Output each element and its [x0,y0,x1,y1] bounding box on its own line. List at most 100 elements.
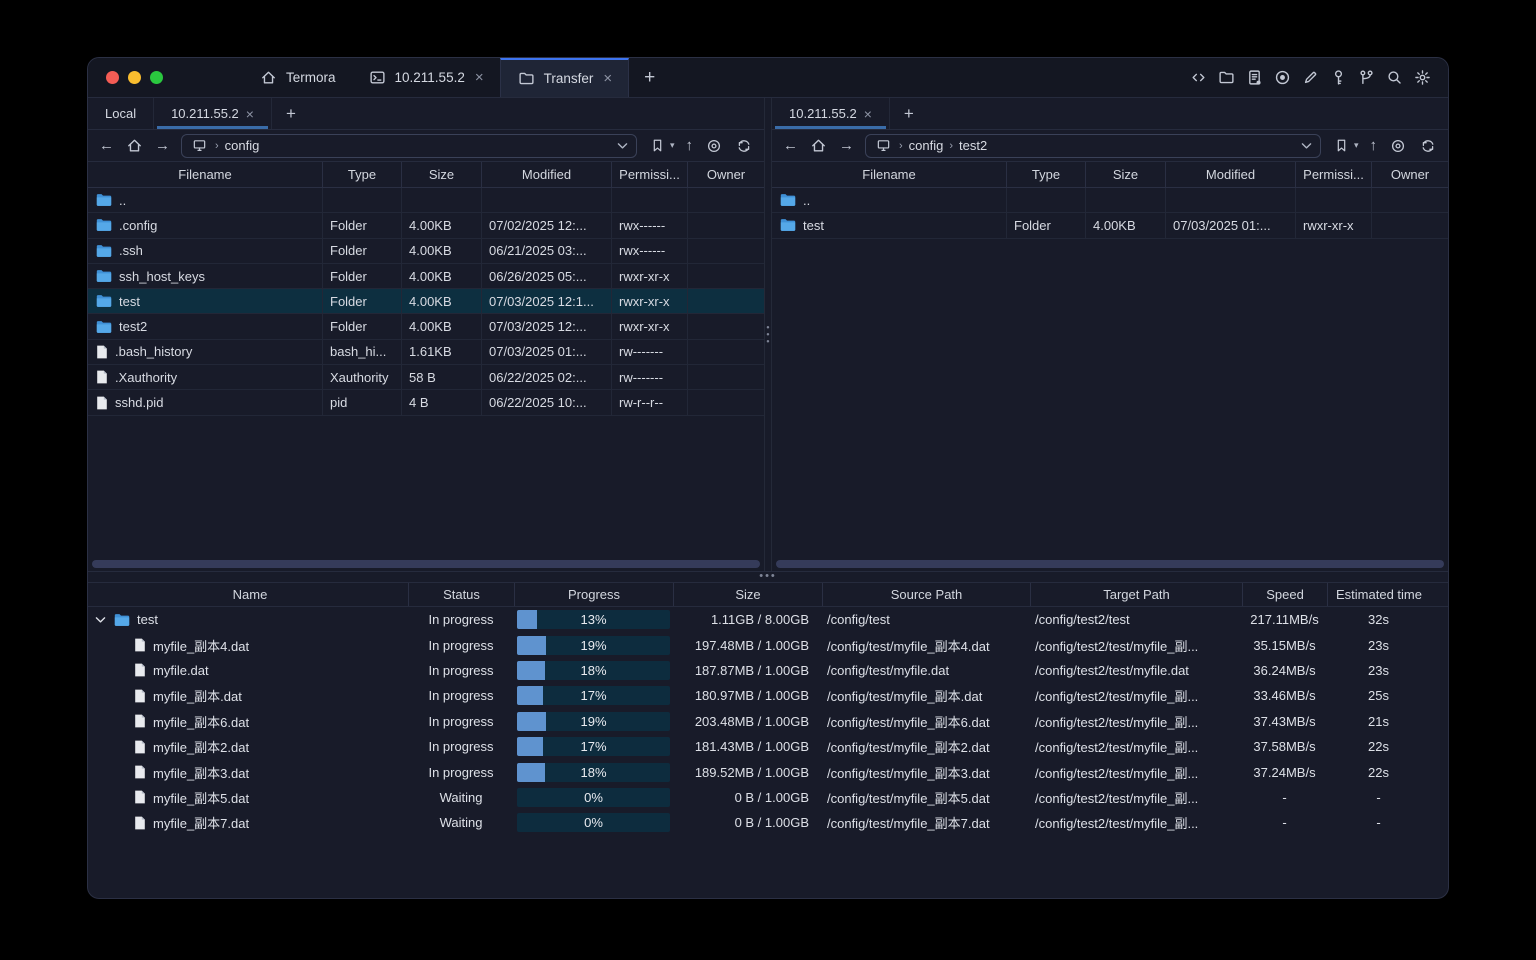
close-icon[interactable]: × [603,70,612,87]
log-icon[interactable] [1245,68,1264,87]
key-icon[interactable] [1329,68,1348,87]
titlebar-tab-termora[interactable]: Termora [243,58,352,97]
transfer-row[interactable]: myfile_副本.dat In progress 17% 180.97MB / 1.… [92,683,1448,708]
back-button[interactable]: ← [99,138,114,153]
file-row[interactable]: .config Folder 4.00KB 07/02/2025 12:... rwx-… [88,213,764,239]
refresh-button[interactable] [1418,136,1437,155]
file-row[interactable]: .ssh Folder 4.00KB 06/21/2025 03:... rwx----… [88,238,764,264]
transfer-source-path-cell: /config/test/myfile_副本2.dat [827,740,990,756]
transfer-name-cell: myfile_副本.dat [92,683,408,708]
file-row[interactable]: test Folder 4.00KB 07/03/2025 12:1... rwxr-x… [88,289,764,315]
close-window-button[interactable] [106,71,119,84]
file-row[interactable]: ssh_host_keys Folder 4.00KB 06/26/2025 05:.… [88,263,764,290]
show-hidden-files-button[interactable] [1388,136,1407,155]
column-header-modified[interactable]: Modified [1165,162,1295,187]
minimize-window-button[interactable] [128,71,141,84]
new-pane-tab-button[interactable]: + [890,98,928,129]
expand-chevron-icon[interactable] [94,616,107,624]
right-file-pane: 10.211.55.2 × + ← → › config › test2 ▾ ↑ Filename Ty… [772,98,1448,571]
transfer-column-header-estimated-time[interactable]: Estimated time [1327,583,1430,606]
row-filler [1430,734,1448,759]
transfer-row[interactable]: myfile_副本3.dat In progress 18% 189.52MB / 1… [92,759,1448,784]
transfer-column-header-source-path[interactable]: Source Path [822,583,1030,606]
column-header-filename[interactable]: Filename [88,162,322,187]
column-header-owner[interactable]: Owner [687,162,764,187]
forward-button[interactable]: → [155,138,170,153]
forward-button[interactable]: → [839,138,854,153]
search-icon[interactable] [1385,68,1404,87]
pane-tab-10-211-55-2[interactable]: 10.211.55.2 × [154,98,272,129]
path-input[interactable]: › config [181,133,637,158]
transfer-row[interactable]: myfile_副本6.dat In progress 19% 203.48MB / 1… [92,709,1448,734]
vertical-splitter[interactable]: • • • [764,98,772,571]
transfer-row[interactable]: myfile_副本7.dat Waiting 0% 0 B / 1.00GB/conf… [92,810,1448,835]
progress-percentage: 19% [580,713,607,729]
file-row[interactable]: .Xauthority Xauthority 58 B 06/22/2025 02:.… [88,365,764,391]
file-row[interactable]: test Folder 4.00KB 07/03/2025 01:... rwxr-xr… [772,213,1448,239]
up-directory-button[interactable]: ↑ [1370,138,1378,153]
horizontal-splitter[interactable]: ••• [88,570,1448,582]
transfer-column-header-progress[interactable]: Progress [514,583,673,606]
progress-percentage: 18% [580,662,607,678]
column-header-permissi[interactable]: Permissi... [611,162,687,187]
show-hidden-files-button[interactable] [704,136,723,155]
column-header-size[interactable]: Size [401,162,481,187]
column-header-type[interactable]: Type [1006,162,1085,187]
file-permissions-cell [1295,188,1371,213]
file-row[interactable]: test2 Folder 4.00KB 07/03/2025 12:... rwxr-x… [88,314,764,340]
column-header-filename[interactable]: Filename [772,162,1006,187]
titlebar-tab-transfer[interactable]: Transfer × [499,58,630,97]
home-icon[interactable] [809,136,828,155]
file-row[interactable]: .. [772,188,1448,214]
transfer-row[interactable]: myfile_副本4.dat In progress 19% 197.48MB / 1… [92,632,1448,657]
file-row[interactable]: .. [88,188,764,214]
file-type-cell [1006,188,1085,213]
transfer-row[interactable]: myfile_副本5.dat Waiting 0% 0 B / 1.00GB/conf… [92,785,1448,810]
horizontal-scrollbar[interactable] [92,560,760,568]
new-pane-tab-button[interactable]: + [272,98,310,129]
file-row[interactable]: .bash_history bash_hi... 1.61KB 07/03/2025 … [88,339,764,366]
back-button[interactable]: ← [783,138,798,153]
edit-icon[interactable] [1301,68,1320,87]
bookmark-button[interactable]: ▾ [648,136,675,155]
up-directory-button[interactable]: ↑ [686,138,694,153]
transfer-column-header-name[interactable]: Name [92,583,408,606]
branch-icon[interactable] [1357,68,1376,87]
transfer-row[interactable]: test In progress 13% 1.11GB / 8.00GB/config… [92,607,1448,632]
pane-tab-10-211-55-2[interactable]: 10.211.55.2 × [772,98,890,129]
column-header-owner[interactable]: Owner [1371,162,1448,187]
path-dropdown-icon[interactable] [617,142,628,150]
pane-tab-local[interactable]: Local [88,98,155,129]
refresh-button[interactable] [734,136,753,155]
path-segment[interactable]: config [909,138,944,153]
column-header-size[interactable]: Size [1085,162,1165,187]
settings-icon[interactable] [1413,68,1432,87]
file-row[interactable]: sshd.pid pid 4 B 06/22/2025 10:... rw-r--r-- [88,390,764,416]
path-segment[interactable]: test2 [959,138,987,153]
home-icon[interactable] [125,136,144,155]
path-input[interactable]: › config › test2 [865,133,1321,158]
column-header-modified[interactable]: Modified [481,162,611,187]
transfer-column-header-target-path[interactable]: Target Path [1030,583,1242,606]
transfer-column-header-size[interactable]: Size [673,583,822,606]
column-header-type[interactable]: Type [322,162,401,187]
new-tab-button[interactable]: + [629,58,670,97]
path-segment[interactable]: config [225,138,260,153]
bookmark-button[interactable]: ▾ [1332,136,1359,155]
path-dropdown-icon[interactable] [1301,142,1312,150]
transfer-column-header-speed[interactable]: Speed [1242,583,1327,606]
record-icon[interactable] [1273,68,1292,87]
transfer-target-path-cell: /config/test2/test/myfile_副... [1035,765,1199,781]
horizontal-scrollbar[interactable] [776,560,1444,568]
transfer-column-header-status[interactable]: Status [408,583,514,606]
column-header-permissi[interactable]: Permissi... [1295,162,1371,187]
close-icon[interactable]: × [864,106,872,122]
transfer-row[interactable]: myfile_副本2.dat In progress 17% 181.43MB / 1… [92,734,1448,759]
transfer-row[interactable]: myfile.dat In progress 18% 187.87MB / 1.00G… [92,658,1448,683]
close-icon[interactable]: × [475,69,484,86]
code-icon[interactable] [1189,68,1208,87]
maximize-window-button[interactable] [150,71,163,84]
folder-icon[interactable] [1217,68,1236,87]
close-icon[interactable]: × [246,106,254,122]
titlebar-tab-10-211-55-2[interactable]: 10.211.55.2 × [352,58,500,97]
